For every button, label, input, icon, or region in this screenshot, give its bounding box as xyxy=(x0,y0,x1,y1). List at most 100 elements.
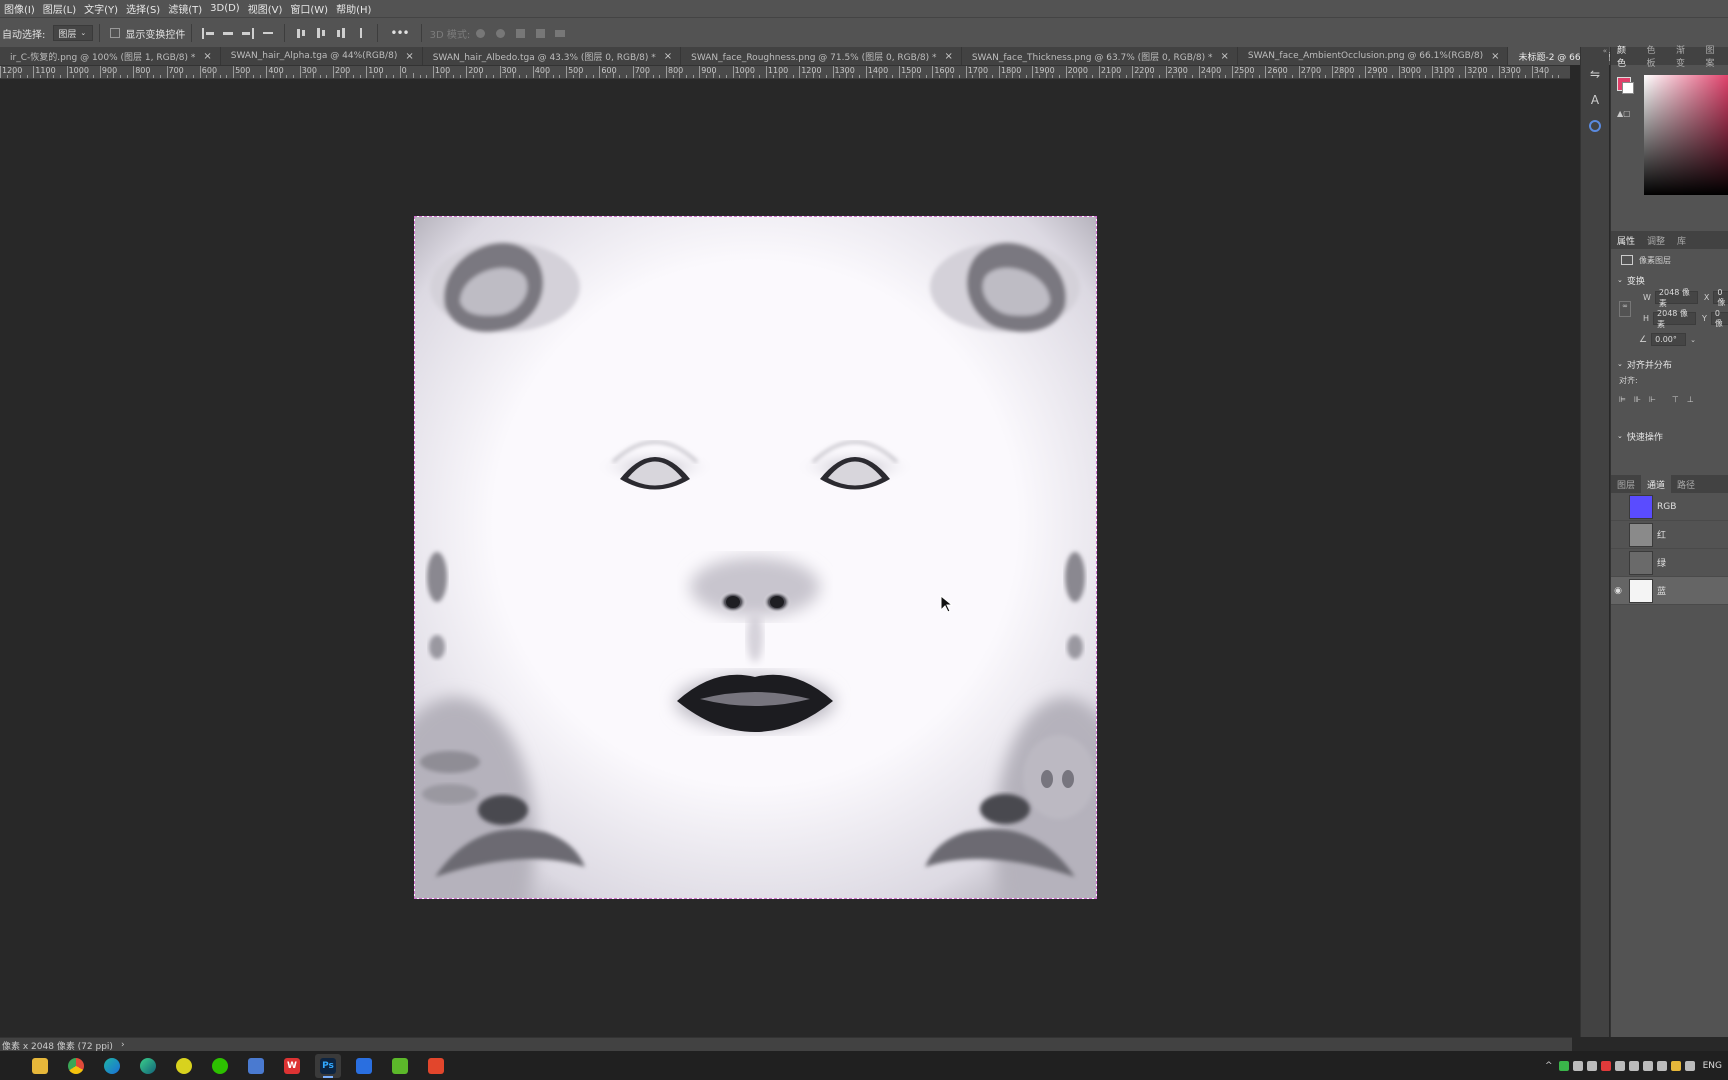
tab-paths[interactable]: 路径 xyxy=(1671,478,1701,491)
distribute-v-icon[interactable] xyxy=(354,27,368,39)
close-icon[interactable]: × xyxy=(405,51,413,62)
auto-select-dropdown[interactable]: 图层 ⌄ xyxy=(53,25,94,41)
background-color-swatch[interactable] xyxy=(1622,82,1634,94)
chevron-down-icon[interactable]: ⌄ xyxy=(1690,336,1696,344)
document-tab[interactable]: SWAN_face_Roughness.png @ 71.5% (图层 0, R… xyxy=(681,47,962,65)
align-center-h-icon[interactable] xyxy=(221,27,235,39)
align-top-icon[interactable]: ⊤ xyxy=(1672,395,1679,404)
align-bottom-icon[interactable] xyxy=(334,27,348,39)
tab-libraries[interactable]: 库 xyxy=(1671,234,1692,247)
shield-icon[interactable] xyxy=(1670,1060,1681,1071)
height-field[interactable]: 2048 像素 xyxy=(1653,309,1697,329)
ruler-tick xyxy=(559,75,561,78)
navigator-icon[interactable] xyxy=(1586,117,1604,135)
document-tab[interactable]: ir_C-恢复的.png @ 100% (图层 1, RGB/8) * × xyxy=(0,47,221,65)
character-icon[interactable]: A xyxy=(1586,91,1604,109)
horizontal-ruler[interactable]: 1200 1100 1000 900 800 700 600 500 400 300 200 100 0… xyxy=(0,66,1570,79)
document-tab[interactable]: SWAN_face_AmbientOcclusion.png @ 66.1%(R… xyxy=(1238,47,1509,65)
align-middle-v-icon[interactable] xyxy=(314,27,328,39)
close-icon[interactable]: × xyxy=(1491,51,1499,62)
tray-icon[interactable] xyxy=(1614,1060,1625,1071)
close-icon[interactable]: × xyxy=(944,51,952,62)
3d-slide-icon[interactable] xyxy=(533,27,547,39)
history-icon[interactable]: ⇋ xyxy=(1586,65,1604,83)
taskbar-edge-dev[interactable] xyxy=(135,1054,161,1078)
close-icon[interactable]: × xyxy=(1221,51,1229,62)
eye-icon[interactable]: ◉ xyxy=(1611,586,1625,596)
taskbar-app-blue[interactable] xyxy=(243,1054,269,1078)
tray-icon[interactable] xyxy=(1600,1060,1611,1071)
pen-icon[interactable] xyxy=(1684,1060,1695,1071)
taskbar-edge[interactable] xyxy=(99,1054,125,1078)
align-top-icon[interactable] xyxy=(294,27,308,39)
document-tab[interactable]: SWAN_face_Thickness.png @ 63.7% (图层 0, R… xyxy=(962,47,1238,65)
close-icon[interactable]: × xyxy=(664,51,672,62)
tray-icon[interactable] xyxy=(1586,1060,1597,1071)
cloud-icon[interactable] xyxy=(1642,1060,1653,1071)
taskbar-wps[interactable]: W xyxy=(279,1054,305,1078)
link-icon[interactable]: ∞ xyxy=(1619,301,1631,317)
document-tab[interactable]: SWAN_hair_Albedo.tga @ 43.3% (图层 0, RGB/… xyxy=(423,47,682,65)
close-icon[interactable]: × xyxy=(203,51,211,62)
ruler-tick xyxy=(792,75,794,78)
3d-scale-icon[interactable] xyxy=(553,27,567,39)
align-left-icon[interactable] xyxy=(201,27,215,39)
channel-row[interactable]: 绿 xyxy=(1611,549,1728,577)
menu-item[interactable]: 3D(D) xyxy=(206,3,244,14)
channel-row[interactable]: ◉ 蓝 xyxy=(1611,577,1728,605)
language-indicator[interactable]: ENG xyxy=(1703,1061,1722,1071)
document-canvas[interactable] xyxy=(414,216,1097,899)
align-left-icon[interactable]: ⊫ xyxy=(1619,395,1626,404)
menu-item[interactable]: 窗口(W) xyxy=(286,1,332,16)
menu-item[interactable]: 选择(S) xyxy=(122,1,164,16)
show-transform-checkbox[interactable] xyxy=(110,28,121,38)
wechat-tray-icon[interactable] xyxy=(1558,1060,1569,1071)
align-right-icon[interactable] xyxy=(241,27,255,39)
usb-icon[interactable] xyxy=(1656,1060,1667,1071)
channel-row[interactable]: RGB xyxy=(1611,493,1728,521)
y-field[interactable]: 0 像 xyxy=(1710,309,1728,328)
status-menu-arrow[interactable]: › xyxy=(121,1040,125,1050)
x-field[interactable]: 0 像 xyxy=(1713,288,1728,307)
quick-actions-title[interactable]: ⌄ 快速操作 xyxy=(1611,427,1728,445)
image-icon xyxy=(1621,255,1633,265)
menu-item[interactable]: 帮助(H) xyxy=(332,1,375,16)
taskbar-app-green[interactable] xyxy=(387,1054,413,1078)
taskbar-file-explorer[interactable] xyxy=(27,1054,53,1078)
angle-field[interactable]: 0.00° xyxy=(1651,333,1687,346)
taskbar-wechat[interactable] xyxy=(207,1054,233,1078)
color-picker-field[interactable] xyxy=(1644,75,1728,195)
tab-properties[interactable]: 属性 xyxy=(1611,234,1641,247)
distribute-icon[interactable] xyxy=(261,27,275,39)
menu-item[interactable]: 图层(L) xyxy=(39,1,80,16)
menu-item[interactable]: 图像(I) xyxy=(0,1,39,16)
channel-row[interactable]: 红 xyxy=(1611,521,1728,549)
tab-adjustments[interactable]: 调整 xyxy=(1641,234,1671,247)
more-options-button[interactable]: ••• xyxy=(390,26,409,40)
align-section-title[interactable]: ⌄ 对齐并分布 xyxy=(1611,355,1728,373)
taskbar-app-red[interactable] xyxy=(423,1054,449,1078)
align-middle-v-icon[interactable]: ⊥ xyxy=(1687,395,1694,404)
menu-item[interactable]: 文字(Y) xyxy=(80,1,122,16)
taskbar-app-yellow[interactable] xyxy=(171,1054,197,1078)
align-center-h-icon[interactable]: ⊪ xyxy=(1634,395,1641,404)
collapse-arrows-icon[interactable]: « xyxy=(1581,47,1609,57)
menu-item[interactable]: 视图(V) xyxy=(244,1,287,16)
taskbar-app-blue2[interactable] xyxy=(351,1054,377,1078)
taskbar-photoshop[interactable]: Ps xyxy=(315,1053,341,1078)
menu-item[interactable]: 滤镜(T) xyxy=(164,1,206,16)
3d-rotate-icon[interactable] xyxy=(473,27,487,39)
ruler-tick xyxy=(13,73,15,78)
tab-layers[interactable]: 图层 xyxy=(1611,478,1641,491)
network-icon[interactable] xyxy=(1628,1060,1639,1071)
3d-pan-icon[interactable] xyxy=(513,27,527,39)
document-tab[interactable]: SWAN_hair_Alpha.tga @ 44%(RGB/8) × xyxy=(221,47,423,65)
taskbar-chrome[interactable] xyxy=(63,1054,89,1078)
tab-channels[interactable]: 通道 xyxy=(1641,475,1672,493)
3d-roll-icon[interactable] xyxy=(493,27,507,39)
chevron-up-icon[interactable]: ^ xyxy=(1545,1061,1553,1071)
align-right-icon[interactable]: ⊩ xyxy=(1649,395,1656,404)
width-field[interactable]: 2048 像素 xyxy=(1654,288,1698,308)
ruler-tick xyxy=(1005,75,1007,78)
tray-icon[interactable] xyxy=(1572,1060,1583,1071)
